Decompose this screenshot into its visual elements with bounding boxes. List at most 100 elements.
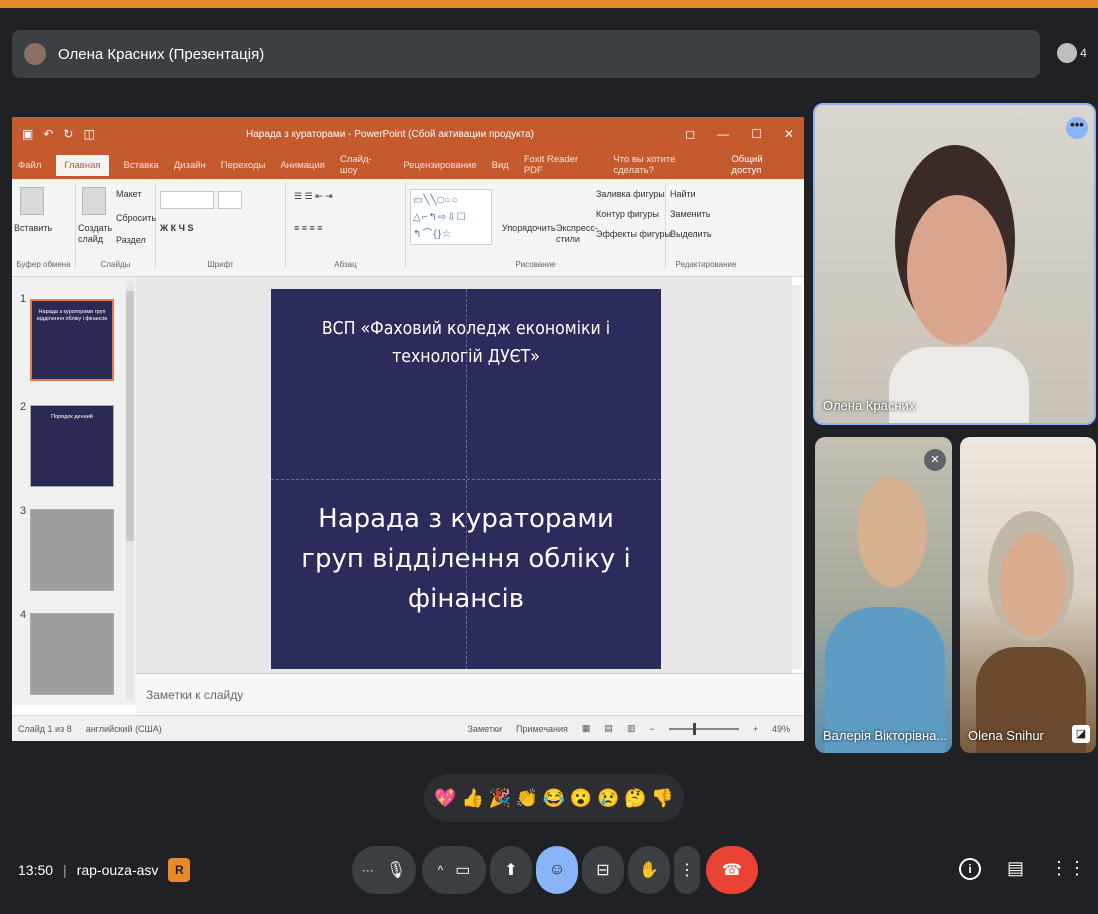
- activities-icon[interactable]: ⋮⋮: [1050, 858, 1086, 880]
- paste-button[interactable]: Вставить: [14, 223, 52, 233]
- font-name-field[interactable]: [160, 191, 214, 209]
- find-button[interactable]: Найти: [670, 189, 696, 199]
- minimize-icon[interactable]: —: [717, 127, 729, 141]
- share-button[interactable]: Общий доступ: [731, 154, 794, 176]
- view-normal-icon[interactable]: ▦: [582, 723, 591, 734]
- laugh-reaction-icon[interactable]: 😂: [543, 788, 565, 809]
- shapes-gallery[interactable]: ▭╲╲□○○ △⌐↰⇨⇩☐ ↰⌒{}☆: [410, 189, 492, 245]
- participant-tile[interactable]: ✕ Валерія Вікторівна...: [815, 437, 952, 753]
- thumbs-up-reaction-icon[interactable]: 👍: [461, 788, 483, 809]
- zoom-level[interactable]: 49%: [772, 724, 790, 734]
- bullets-icon[interactable]: ☰ ☰ ⇤ ⇥: [294, 191, 333, 202]
- present-button[interactable]: ⬆: [490, 846, 532, 894]
- microphone-icon[interactable]: 🎙: [386, 860, 406, 880]
- slide-thumbnail[interactable]: Нарада з кураторами груп відділення облі…: [30, 299, 114, 381]
- heart-reaction-icon[interactable]: 💖: [434, 788, 456, 809]
- close-icon[interactable]: ✕: [784, 127, 794, 141]
- group-editing: Найти Заменить Выделить Редактирование: [666, 183, 746, 269]
- zoom-in-icon[interactable]: +: [753, 724, 758, 734]
- camera-control: ^ ▭: [422, 846, 486, 894]
- more-options-icon[interactable]: •••: [1066, 117, 1088, 139]
- new-slide-icon[interactable]: [82, 187, 106, 215]
- ribbon-display-icon[interactable]: ◻: [685, 127, 695, 141]
- slide-thumbnail[interactable]: [30, 613, 114, 695]
- chevron-up-icon[interactable]: ^: [438, 863, 444, 877]
- slide-thumbnail[interactable]: Порядок денний: [30, 405, 114, 487]
- layout-button[interactable]: Макет: [116, 189, 141, 199]
- reset-button[interactable]: Сбросить: [116, 213, 156, 223]
- right-controls: i ▤ ⋮⋮: [958, 858, 1086, 880]
- thumbs-scrollbar[interactable]: [126, 281, 134, 701]
- slide-thumbnail[interactable]: [30, 509, 114, 591]
- tab-insert[interactable]: Вставка: [124, 160, 159, 171]
- tab-view[interactable]: Вид: [492, 160, 509, 171]
- canvas-scrollbar[interactable]: [792, 285, 802, 669]
- section-button[interactable]: Раздел: [116, 235, 146, 245]
- tab-home[interactable]: Главная: [56, 154, 109, 176]
- leave-call-button[interactable]: ☎: [706, 846, 758, 894]
- slide-title[interactable]: Нарада з кураторами груп відділення облі…: [291, 499, 641, 619]
- pin-icon[interactable]: ◪: [1072, 725, 1090, 743]
- mic-control: ··· 🎙: [352, 846, 416, 894]
- zoom-out-icon[interactable]: −: [649, 724, 654, 734]
- font-size-field[interactable]: [218, 191, 242, 209]
- notes-toggle[interactable]: Заметки: [468, 724, 502, 734]
- thumbs-down-reaction-icon[interactable]: 👎: [651, 788, 673, 809]
- tab-design[interactable]: Дизайн: [174, 160, 206, 171]
- quick-styles-button[interactable]: Экспресс-стили: [556, 223, 598, 245]
- sad-reaction-icon[interactable]: 😢: [597, 788, 619, 809]
- comments-toggle[interactable]: Примечания: [516, 724, 568, 734]
- shape-fill-button[interactable]: Заливка фигуры: [596, 189, 665, 199]
- shape-outline-button[interactable]: Контур фигуры: [596, 209, 659, 219]
- participants-button[interactable]: 4: [1052, 34, 1092, 72]
- undo-icon[interactable]: ↶: [43, 127, 53, 141]
- participant-name: Валерія Вікторівна...: [823, 728, 948, 743]
- more-options-button[interactable]: ⋮: [674, 846, 700, 894]
- replace-button[interactable]: Заменить: [670, 209, 710, 219]
- party-reaction-icon[interactable]: 🎉: [489, 788, 511, 809]
- tab-transitions[interactable]: Переходы: [221, 160, 266, 171]
- view-reading-icon[interactable]: ▥: [627, 723, 636, 734]
- current-slide[interactable]: ВСП «Фаховий коледж економіки і технолог…: [271, 289, 661, 669]
- align-icon[interactable]: ≡ ≡ ≡ ≡: [294, 223, 323, 233]
- tab-animations[interactable]: Анимация: [280, 160, 325, 171]
- start-slideshow-icon[interactable]: ◫: [83, 127, 94, 141]
- slide-counter: Слайд 1 из 8: [18, 723, 72, 734]
- emoji-button[interactable]: ☺: [536, 846, 578, 894]
- clap-reaction-icon[interactable]: 👏: [516, 788, 538, 809]
- participant-tile-main[interactable]: ••• Олена Красних: [813, 103, 1096, 425]
- meeting-details-icon[interactable]: i: [958, 858, 981, 880]
- chat-icon[interactable]: ▤: [1007, 858, 1024, 880]
- paste-icon[interactable]: [20, 187, 44, 215]
- camera-icon[interactable]: ▭: [455, 860, 470, 880]
- clipboard-group-label: Буфер обмена: [16, 260, 71, 269]
- bold-icon[interactable]: Ж К Ч S: [160, 223, 193, 233]
- ribbon-home: Вставить Буфер обмена Создать слайд Маке…: [12, 179, 804, 277]
- maximize-icon[interactable]: ☐: [751, 127, 762, 141]
- scroll-thumb[interactable]: [126, 291, 134, 541]
- tab-file[interactable]: Файл: [18, 160, 41, 171]
- raise-hand-button[interactable]: ✋: [628, 846, 670, 894]
- zoom-slider-knob[interactable]: [692, 722, 696, 735]
- more-audio-options-icon[interactable]: ···: [362, 863, 374, 877]
- surprised-reaction-icon[interactable]: 😮: [570, 788, 592, 809]
- tab-slideshow[interactable]: Слайд-шоу: [340, 154, 388, 176]
- language-indicator[interactable]: английский (США): [86, 724, 162, 734]
- shape-effects-button[interactable]: Эффекты фигуры: [596, 229, 671, 239]
- thumb-number: 4: [20, 609, 27, 621]
- arrange-button[interactable]: Упорядочить: [502, 223, 556, 233]
- select-button[interactable]: Выделить: [670, 229, 712, 239]
- participant-tile[interactable]: ◪ Olena Snihur: [960, 437, 1096, 753]
- captions-button[interactable]: ⊟: [582, 846, 624, 894]
- new-slide-button[interactable]: Создать слайд: [78, 223, 112, 245]
- tab-review[interactable]: Рецензирование: [403, 160, 476, 171]
- notes-pane[interactable]: Заметки к слайду: [136, 673, 804, 713]
- slide-subtitle[interactable]: ВСП «Фаховий коледж економіки і технолог…: [291, 315, 641, 371]
- tell-me-input[interactable]: Что вы хотите сделать?: [613, 154, 716, 176]
- view-sorter-icon[interactable]: ▤: [604, 723, 613, 734]
- redo-icon[interactable]: ↻: [63, 127, 73, 141]
- zoom-slider[interactable]: [668, 722, 739, 735]
- thinking-reaction-icon[interactable]: 🤔: [624, 788, 646, 809]
- save-icon[interactable]: ▣: [22, 127, 33, 141]
- tab-foxit[interactable]: Foxit Reader PDF: [524, 154, 599, 176]
